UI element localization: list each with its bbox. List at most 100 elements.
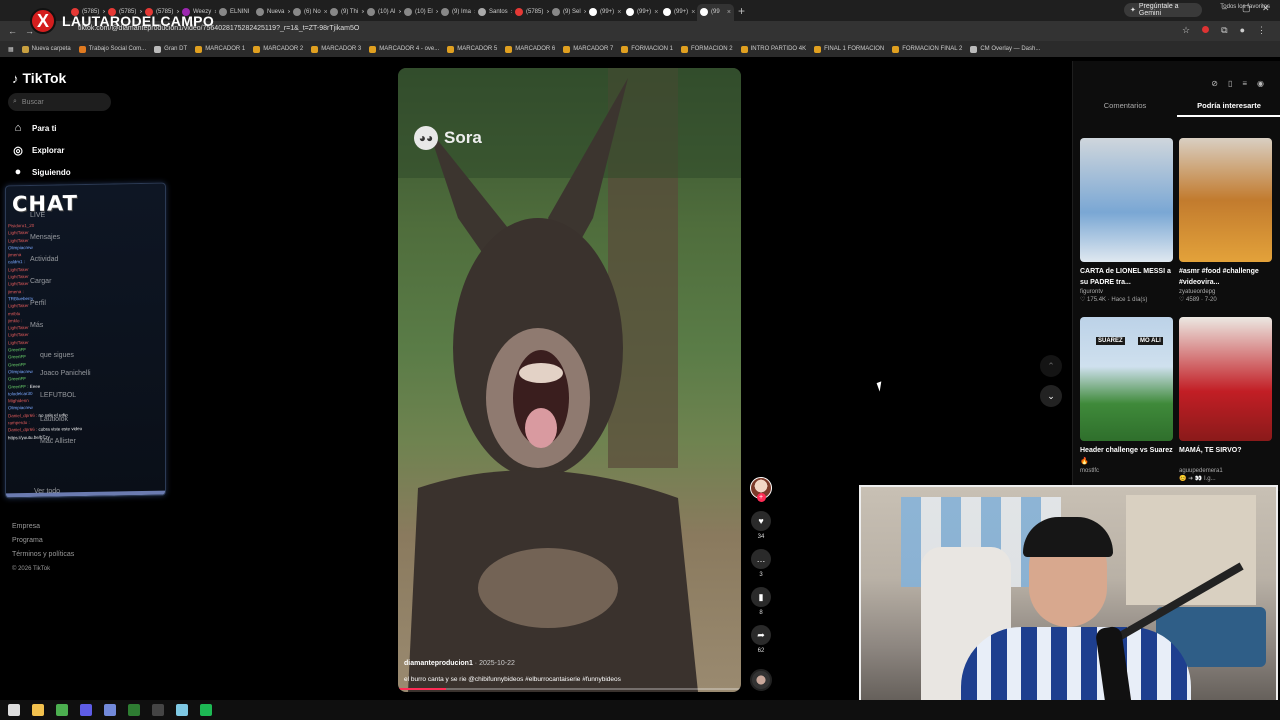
- card-author[interactable]: mostlfc: [1080, 468, 1173, 474]
- bookmark-star-icon[interactable]: ☆: [1182, 25, 1190, 36]
- browser-tab[interactable]: (9) Thi ×: [327, 4, 364, 21]
- card-title[interactable]: #asmr #food #challenge #videovira...: [1179, 266, 1272, 288]
- sidebar-item-obscured[interactable]: Cargar: [30, 278, 51, 285]
- footer-link-terms[interactable]: Términos y políticas: [12, 548, 74, 562]
- activity-icon[interactable]: ⊘: [1211, 79, 1218, 88]
- card-title[interactable]: MAMÁ, TE SIRVO?: [1179, 445, 1272, 467]
- share-icon[interactable]: ➦: [751, 625, 771, 645]
- browser-tab[interactable]: (5785) ×: [512, 4, 549, 21]
- like-icon[interactable]: ♥: [751, 511, 771, 531]
- browser-tab[interactable]: (99+) ×: [623, 4, 660, 21]
- menu-icon[interactable]: ⋮: [1257, 25, 1266, 36]
- apps-grid-icon[interactable]: ▦: [8, 46, 14, 53]
- footer-link-programa[interactable]: Programa: [12, 534, 74, 548]
- save-button[interactable]: ▮ 8: [750, 587, 772, 616]
- apps-icon[interactable]: [80, 704, 92, 716]
- bookmark-item[interactable]: MARCADOR 1: [195, 45, 245, 53]
- browser-tab[interactable]: ELNINI×: [216, 4, 253, 21]
- close-tab-icon[interactable]: ×: [617, 9, 621, 16]
- bookmark-item[interactable]: MARCADOR 5: [447, 45, 497, 53]
- recommended-video-card[interactable]: MAMÁ, TE SIRVO? aguupedemera1 😊 ➜ 👀 I.g...: [1179, 317, 1272, 482]
- footer-link-empresa[interactable]: Empresa: [12, 520, 74, 534]
- sidebar-item-obscured[interactable]: Perfil: [30, 300, 46, 307]
- chrome-icon[interactable]: [56, 704, 68, 716]
- sidebar-item[interactable]: ● Siguiendo: [12, 166, 71, 178]
- bookmark-item[interactable]: Gran DT: [154, 45, 187, 53]
- video-thumbnail[interactable]: [1179, 138, 1272, 262]
- browser-tab[interactable]: (99+) ×: [586, 4, 623, 21]
- share-button[interactable]: ➦ 62: [750, 625, 772, 654]
- bookmark-item[interactable]: FORMACION 2: [680, 45, 733, 53]
- browser-tab[interactable]: (99+) ×: [660, 4, 697, 21]
- sidebar-item-obscured[interactable]: Joaco Panichelli: [40, 370, 91, 377]
- recommended-video-card[interactable]: #asmr #food #challenge #videovira... zyat…: [1179, 138, 1272, 303]
- device-icon[interactable]: ▯: [1228, 79, 1232, 88]
- xbox-icon[interactable]: [128, 704, 140, 716]
- video-player[interactable]: ◕◕ Sora diamanteproducion1 · 2025-10-22 …: [398, 68, 741, 692]
- video-thumbnail[interactable]: [1179, 317, 1272, 441]
- sidebar-item-obscured[interactable]: LIVE: [30, 212, 45, 219]
- video-author[interactable]: diamanteproducion1 · 2025-10-22: [404, 660, 515, 667]
- profile-avatar-icon[interactable]: ◉: [1257, 79, 1264, 88]
- like-button[interactable]: ♥ 34: [750, 511, 772, 540]
- browser-tab[interactable]: (10) El ×: [401, 4, 438, 21]
- browser-tab[interactable]: (9) Ima×: [438, 4, 475, 21]
- extension-icon[interactable]: [1202, 25, 1210, 36]
- card-author[interactable]: zyatueordepg: [1179, 289, 1272, 295]
- close-tab-icon[interactable]: ×: [727, 9, 731, 16]
- sidebar-item[interactable]: ⌂ Para ti: [12, 122, 57, 134]
- search-input[interactable]: ⌕ Buscar: [8, 93, 111, 111]
- video-username[interactable]: diamanteproducion1: [404, 660, 473, 667]
- bookmark-item[interactable]: FORMACION FINAL 2: [892, 45, 962, 53]
- tiktok-logo[interactable]: ♪ TikTok: [12, 70, 66, 86]
- recommended-video-card[interactable]: SUAREZ MO ALI Header challenge vs Suarez 🔥…: [1080, 317, 1173, 475]
- spotify-icon[interactable]: [200, 704, 212, 716]
- sidebar-item-obscured[interactable]: Actividad: [30, 256, 58, 263]
- sidebar-item-obscured[interactable]: que sigues: [40, 352, 74, 359]
- discord-icon[interactable]: [104, 704, 116, 716]
- extensions-puzzle-icon[interactable]: ⧉: [1221, 25, 1227, 36]
- bookmark-item[interactable]: MARCADOR 4 - ove...: [369, 45, 439, 53]
- follow-plus-icon[interactable]: +: [756, 493, 766, 502]
- recommended-video-card[interactable]: CARTA de LIONEL MESSI a su PADRE tra... f…: [1080, 138, 1173, 303]
- bookmark-item[interactable]: Nueva carpeta: [21, 45, 71, 53]
- next-video-button[interactable]: ⌄: [1040, 385, 1062, 407]
- comment-icon[interactable]: …: [751, 549, 771, 569]
- back-icon[interactable]: ←: [8, 26, 17, 36]
- sidebar-item-obscured[interactable]: LEFUTBOL: [40, 392, 76, 399]
- card-author[interactable]: figurontv: [1080, 289, 1173, 295]
- bookmark-item[interactable]: CM Overlay — Dash...: [970, 45, 1040, 53]
- previous-video-button[interactable]: ⌃: [1040, 355, 1062, 377]
- browser-tab[interactable]: Santos×: [475, 4, 512, 21]
- browser-tab[interactable]: (9) Sel ×: [549, 4, 586, 21]
- new-tab-button[interactable]: +: [738, 4, 745, 18]
- bookmark-item[interactable]: Trabajo Social Com...: [78, 45, 146, 53]
- bookmark-item[interactable]: MARCADOR 3: [311, 45, 361, 53]
- bookmark-item[interactable]: FINAL 1 FORMACION: [814, 45, 884, 53]
- obs-icon[interactable]: [152, 704, 164, 716]
- comment-button[interactable]: … 3: [750, 549, 772, 578]
- video-thumbnail[interactable]: SUAREZ MO ALI: [1080, 317, 1173, 441]
- save-icon[interactable]: ▮: [751, 587, 771, 607]
- sidebar-item[interactable]: ◎ Explorar: [12, 144, 64, 157]
- sidebar-item-obscured[interactable]: Lautiolok: [40, 416, 68, 423]
- tab-podria-interesarte[interactable]: Podría interesarte: [1177, 101, 1280, 117]
- gemini-button[interactable]: ✦ Pregúntale a Gemini: [1124, 3, 1202, 17]
- close-tab-icon[interactable]: ×: [691, 9, 695, 16]
- tab-comentarios[interactable]: Comentarios: [1073, 101, 1177, 117]
- browser-tab[interactable]: (99 ×: [697, 3, 734, 21]
- file-explorer-icon[interactable]: [32, 704, 44, 716]
- card-author[interactable]: aguupedemera1: [1179, 468, 1272, 474]
- browser-tab[interactable]: Nueva ×: [253, 4, 290, 21]
- sidebar-item-obscured[interactable]: Mac Allister: [40, 438, 76, 445]
- close-tab-icon[interactable]: ×: [654, 9, 658, 16]
- video-progress-bar[interactable]: [398, 688, 741, 690]
- notes-icon[interactable]: [176, 704, 188, 716]
- start-icon[interactable]: [8, 704, 20, 716]
- profile-icon[interactable]: ●: [1240, 25, 1245, 36]
- bookmark-item[interactable]: FORMACION 1: [621, 45, 673, 53]
- card-title[interactable]: CARTA de LIONEL MESSI a su PADRE tra...: [1080, 266, 1173, 288]
- card-title[interactable]: Header challenge vs Suarez 🔥: [1080, 445, 1173, 467]
- music-disc-icon[interactable]: [750, 669, 772, 691]
- bookmark-item[interactable]: MARCADOR 2: [253, 45, 303, 53]
